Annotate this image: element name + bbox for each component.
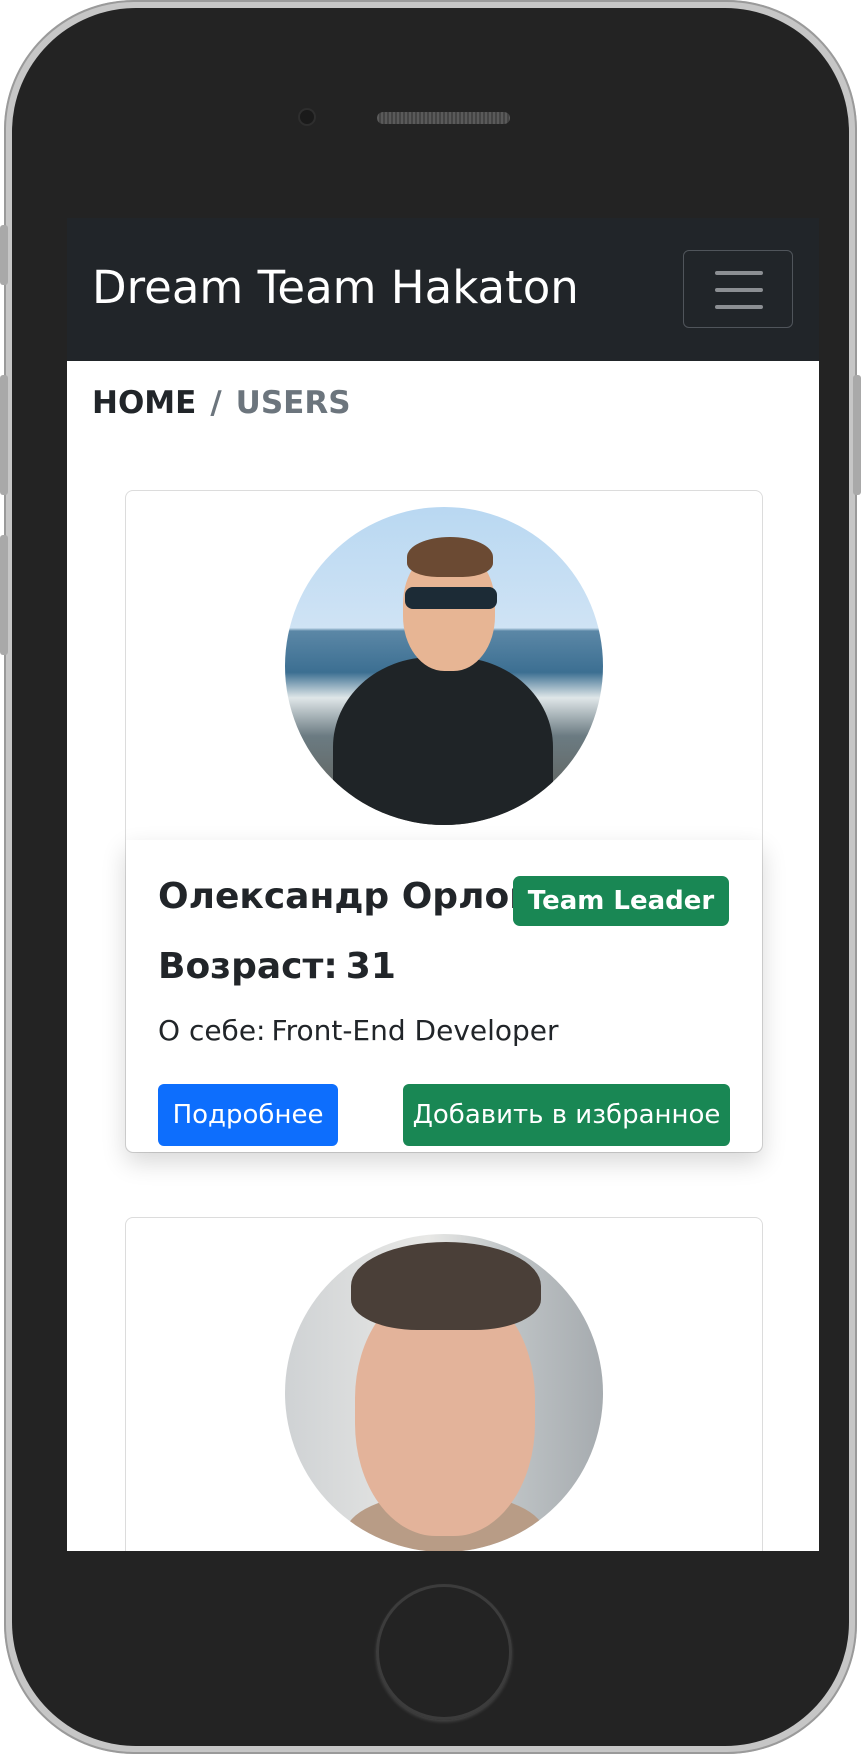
breadcrumb-current: USERS [235, 385, 351, 421]
user-card [125, 1217, 763, 1551]
navbar-toggler-button[interactable] [683, 250, 793, 328]
user-name: Олександр Орлов [158, 876, 532, 917]
avatar-shirt [333, 657, 553, 825]
phone-screen: Dream Team Hakaton HOME / USERS Олександ… [67, 218, 819, 1551]
role-badge: Team Leader [513, 876, 729, 926]
avatar-sunglasses [405, 587, 497, 609]
age-value: 31 [345, 946, 396, 987]
avatar-hair [407, 537, 493, 577]
volume-up-button [0, 375, 8, 495]
details-button[interactable]: Подробнее [158, 1084, 338, 1146]
phone-frame: Dream Team Hakaton HOME / USERS Олександ… [0, 0, 861, 1754]
user-avatar [285, 1234, 603, 1551]
user-age: Возраст: 31 [158, 943, 396, 991]
hamburger-menu-icon [715, 288, 763, 292]
phone-body: Dream Team Hakaton HOME / USERS Олександ… [12, 8, 849, 1746]
add-to-favorites-button[interactable]: Добавить в избранное [403, 1084, 730, 1146]
hamburger-menu-icon [715, 271, 763, 275]
navbar: Dream Team Hakaton [67, 218, 819, 361]
volume-down-button [0, 535, 8, 655]
navbar-brand[interactable]: Dream Team Hakaton [92, 258, 579, 318]
hamburger-menu-icon [715, 305, 763, 309]
mute-switch [0, 225, 8, 285]
about-value: Front-End Developer [271, 1014, 559, 1047]
user-card: Олександр Орлов Team Leader Возраст: 31 О… [125, 490, 763, 1153]
power-button [853, 375, 861, 495]
user-about: О себе: Front-End Developer [158, 1012, 559, 1050]
breadcrumb-home-link[interactable]: HOME [92, 385, 196, 421]
age-label: Возраст: [158, 946, 338, 987]
breadcrumb: HOME / USERS [92, 383, 351, 423]
home-button[interactable] [376, 1584, 512, 1720]
earpiece-speaker [377, 112, 510, 124]
breadcrumb-separator: / [210, 385, 222, 421]
front-camera [300, 110, 314, 124]
user-card-body: Олександр Орлов Team Leader Возраст: 31 О… [126, 840, 762, 1152]
avatar-hair [351, 1242, 541, 1330]
about-label: О себе: [158, 1014, 266, 1047]
user-avatar [285, 507, 603, 825]
